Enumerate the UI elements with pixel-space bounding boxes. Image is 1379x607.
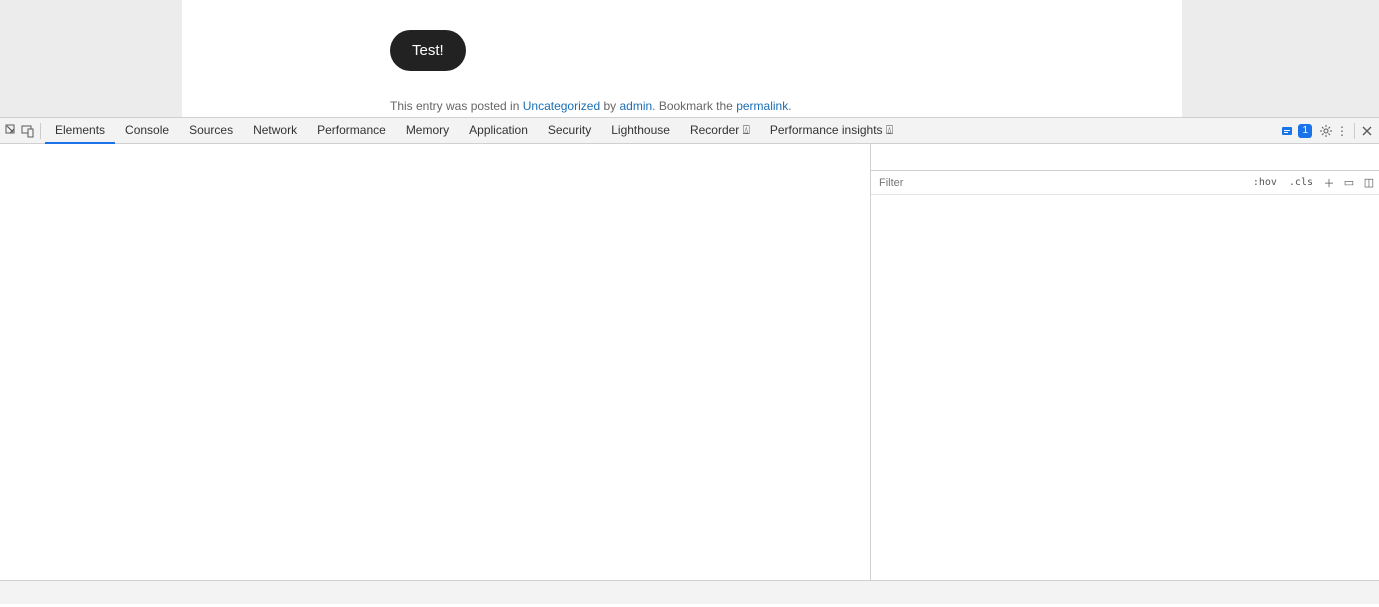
computed-toggle-icon[interactable]: ▭: [1339, 176, 1359, 189]
toolbar-tab-performance-insights-[interactable]: Performance insights ⍍: [760, 117, 903, 144]
permalink-link[interactable]: permalink: [736, 99, 788, 113]
sidebar-layout-icon[interactable]: ◫: [1359, 176, 1379, 189]
hov-toggle[interactable]: :hov: [1247, 177, 1283, 188]
entry-meta-text: This entry was posted in Uncategorized b…: [390, 99, 1142, 113]
toolbar-tab-elements[interactable]: Elements: [45, 117, 115, 144]
toolbar-tab-performance[interactable]: Performance: [307, 117, 396, 144]
styles-sidebar: :hov .cls ＋ ▭ ◫: [870, 144, 1379, 580]
inspect-icon[interactable]: [4, 117, 20, 144]
styles-filter-row: :hov .cls ＋ ▭ ◫: [871, 171, 1379, 195]
toolbar-tab-memory[interactable]: Memory: [396, 117, 459, 144]
page-preview-area: Test! This entry was posted in Uncategor…: [0, 0, 1379, 117]
cls-toggle[interactable]: .cls: [1283, 177, 1319, 188]
category-link[interactable]: Uncategorized: [523, 99, 600, 113]
devtools-toolbar: ElementsConsoleSourcesNetworkPerformance…: [0, 117, 1379, 144]
author-link[interactable]: admin: [619, 99, 652, 113]
preview-content: Test! This entry was posted in Uncategor…: [182, 0, 1182, 117]
sidebar-tabs: [871, 144, 1379, 171]
close-icon[interactable]: [1359, 117, 1375, 144]
toolbar-tab-lighthouse[interactable]: Lighthouse: [601, 117, 680, 144]
toolbar-tab-application[interactable]: Application: [459, 117, 538, 144]
toolbar-tab-sources[interactable]: Sources: [179, 117, 243, 144]
device-toggle-icon[interactable]: [20, 117, 36, 144]
elements-tree[interactable]: [0, 144, 870, 580]
toolbar-tab-security[interactable]: Security: [538, 117, 601, 144]
kebab-menu-icon[interactable]: ⋮: [1334, 117, 1350, 144]
new-style-rule-icon[interactable]: ＋: [1319, 175, 1339, 191]
toolbar-tab-recorder-[interactable]: Recorder ⍍: [680, 117, 760, 144]
toolbar-tab-console[interactable]: Console: [115, 117, 179, 144]
toolbar-tab-network[interactable]: Network: [243, 117, 307, 144]
test-button[interactable]: Test!: [390, 30, 466, 71]
styles-rules[interactable]: [871, 195, 1379, 580]
issues-badge[interactable]: 1: [1280, 124, 1312, 138]
settings-icon[interactable]: [1318, 117, 1334, 144]
breadcrumb[interactable]: [0, 580, 1379, 604]
styles-filter-input[interactable]: [871, 177, 1247, 189]
